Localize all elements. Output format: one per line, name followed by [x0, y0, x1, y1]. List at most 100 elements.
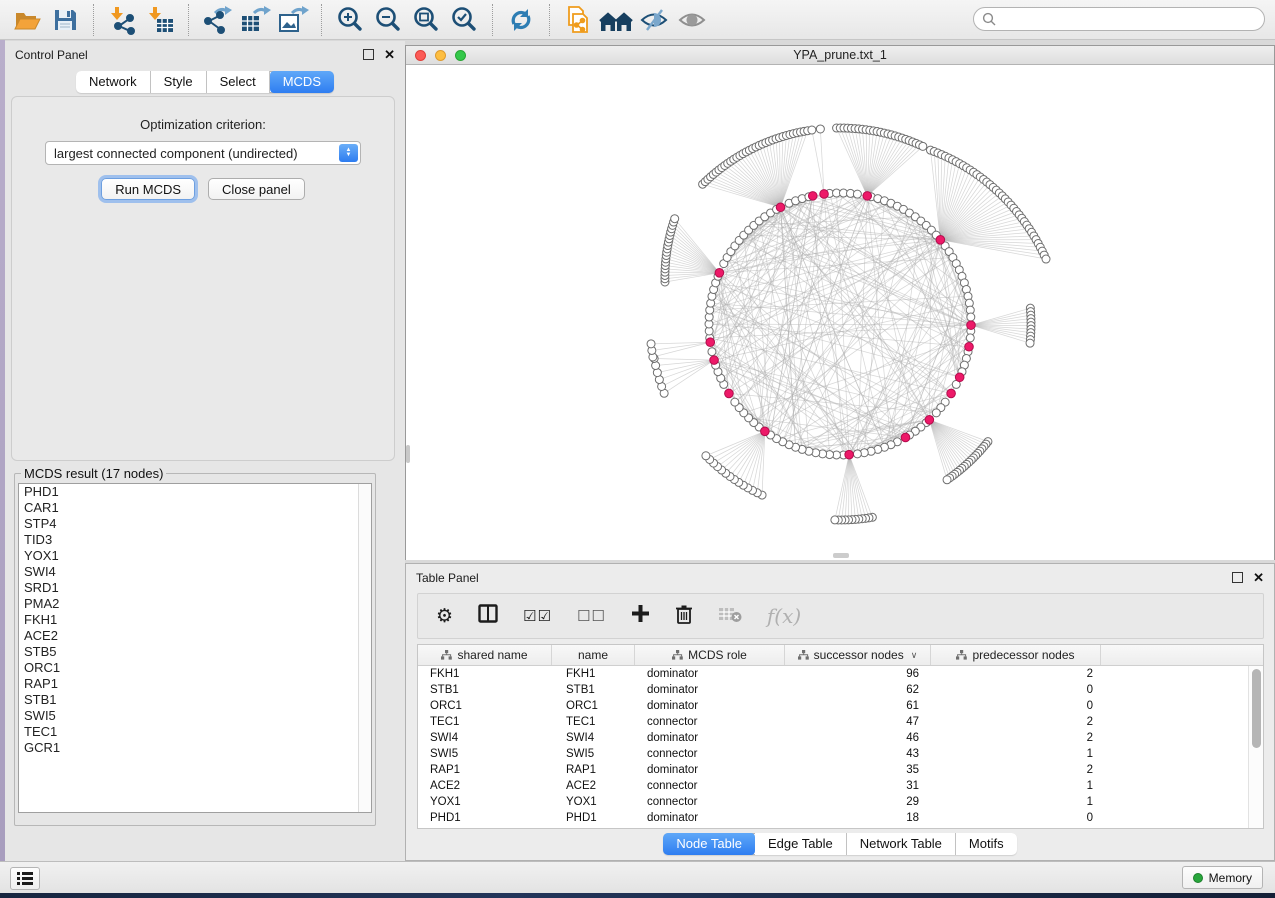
- network-leaf-node[interactable]: [652, 362, 660, 370]
- mcds-result-item[interactable]: TID3: [19, 532, 371, 548]
- network-window-titlebar[interactable]: YPA_prune.txt_1: [406, 46, 1274, 65]
- mcds-dominator-node[interactable]: [808, 192, 817, 201]
- tab-select[interactable]: Select: [207, 71, 270, 93]
- window-minimize-icon[interactable]: [435, 50, 446, 61]
- table-row[interactable]: SWI4SWI4dominator462: [418, 730, 1263, 746]
- zoom-selected-icon[interactable]: [447, 4, 481, 36]
- network-node[interactable]: [932, 409, 940, 417]
- table-row[interactable]: RAP1RAP1dominator352: [418, 762, 1263, 778]
- mcds-result-item[interactable]: SWI4: [19, 564, 371, 580]
- column-header-shared-name[interactable]: shared name: [418, 645, 552, 665]
- mcds-result-list[interactable]: PHD1CAR1STP4TID3YOX1SWI4SRD1PMA2FKH1ACE2…: [18, 483, 372, 813]
- table-row[interactable]: PHD1PHD1dominator180: [418, 810, 1263, 826]
- import-network-from-file-icon[interactable]: [105, 4, 139, 36]
- mcds-dominator-node[interactable]: [715, 269, 724, 278]
- column-header-MCDS-role[interactable]: MCDS role: [635, 645, 785, 665]
- search-input[interactable]: [996, 9, 1264, 29]
- delete-column-icon[interactable]: [675, 604, 693, 629]
- open-browser-icon[interactable]: [599, 4, 633, 36]
- mcds-result-item[interactable]: GCR1: [19, 740, 371, 756]
- window-close-icon[interactable]: [415, 50, 426, 61]
- column-header-successor-nodes[interactable]: successor nodes∨: [785, 645, 931, 665]
- mcds-dominator-node[interactable]: [955, 373, 964, 382]
- deselect-all-icon[interactable]: ☐☐: [577, 606, 606, 626]
- mcds-result-item[interactable]: ACE2: [19, 628, 371, 644]
- mcds-dominator-node[interactable]: [710, 356, 719, 365]
- mcds-result-item[interactable]: PMA2: [19, 596, 371, 612]
- mcds-dominator-node[interactable]: [761, 427, 770, 436]
- network-left-scroll-thumb[interactable]: [406, 445, 410, 463]
- table-scrollbar-thumb[interactable]: [1252, 669, 1261, 748]
- mcds-result-item[interactable]: FKH1: [19, 612, 371, 628]
- mcds-result-item[interactable]: SWI5: [19, 708, 371, 724]
- delete-table-icon[interactable]: [718, 605, 742, 628]
- mcds-dominator-node[interactable]: [776, 203, 785, 212]
- table-row[interactable]: SWI5SWI5connector431: [418, 746, 1263, 762]
- network-leaf-node[interactable]: [919, 142, 927, 150]
- show-column-icon[interactable]: [478, 604, 498, 628]
- close-panel-icon[interactable]: ✕: [384, 50, 395, 59]
- tab-style[interactable]: Style: [151, 71, 207, 93]
- memory-button[interactable]: Memory: [1182, 866, 1263, 889]
- network-leaf-node[interactable]: [808, 126, 816, 134]
- mcds-result-item[interactable]: RAP1: [19, 676, 371, 692]
- tab-network[interactable]: Network: [76, 71, 151, 93]
- network-canvas[interactable]: [406, 65, 1274, 560]
- refresh-view-icon[interactable]: [504, 4, 538, 36]
- window-zoom-icon[interactable]: [455, 50, 466, 61]
- column-header-name[interactable]: name: [552, 645, 635, 665]
- mcds-result-item[interactable]: STP4: [19, 516, 371, 532]
- mcds-result-item[interactable]: CAR1: [19, 500, 371, 516]
- network-bottom-scroll-thumb[interactable]: [833, 553, 849, 558]
- mcds-result-item[interactable]: ORC1: [19, 660, 371, 676]
- mcds-result-item[interactable]: PHD1: [19, 484, 371, 500]
- hide-graphics-details-icon[interactable]: [637, 4, 671, 36]
- close-mcds-panel-button[interactable]: Close panel: [208, 178, 305, 200]
- network-leaf-node[interactable]: [943, 476, 951, 484]
- network-leaf-node[interactable]: [702, 452, 710, 460]
- network-leaf-node[interactable]: [1026, 339, 1034, 347]
- export-table-icon[interactable]: [238, 4, 272, 36]
- network-node[interactable]: [966, 334, 974, 342]
- float-panel-icon[interactable]: [363, 49, 374, 60]
- zoom-in-icon[interactable]: [333, 4, 367, 36]
- import-table-from-file-icon[interactable]: [143, 4, 177, 36]
- export-image-icon[interactable]: [276, 4, 310, 36]
- mcds-dominator-node[interactable]: [863, 192, 872, 201]
- mcds-dominator-node[interactable]: [706, 338, 715, 347]
- zoom-fit-content-icon[interactable]: [409, 4, 443, 36]
- mcds-dominator-node[interactable]: [947, 389, 956, 398]
- close-panel-icon[interactable]: ✕: [1253, 573, 1264, 582]
- table-row[interactable]: ORC1ORC1dominator610: [418, 698, 1263, 714]
- mcds-list-scrollbar[interactable]: [358, 484, 371, 812]
- network-node[interactable]: [708, 348, 716, 356]
- network-leaf-node[interactable]: [816, 125, 824, 133]
- network-leaf-node[interactable]: [831, 516, 839, 524]
- mcds-result-item[interactable]: STB1: [19, 692, 371, 708]
- column-header-predecessor-nodes[interactable]: predecessor nodes: [931, 645, 1101, 665]
- tab-network-table[interactable]: Network Table: [847, 833, 956, 855]
- float-panel-icon[interactable]: [1232, 572, 1243, 583]
- mcds-result-item[interactable]: STB5: [19, 644, 371, 660]
- select-all-icon[interactable]: ☑☑: [523, 606, 552, 626]
- mcds-dominator-node[interactable]: [725, 389, 734, 398]
- table-row[interactable]: FKH1FKH1dominator962: [418, 666, 1263, 682]
- run-mcds-button[interactable]: Run MCDS: [101, 178, 195, 200]
- mcds-dominator-node[interactable]: [901, 433, 910, 442]
- network-node[interactable]: [967, 313, 975, 321]
- table-row[interactable]: ACE2ACE2connector311: [418, 778, 1263, 794]
- mcds-dominator-node[interactable]: [820, 190, 829, 199]
- table-options-icon[interactable]: ⚙: [436, 606, 453, 626]
- network-node[interactable]: [853, 450, 861, 458]
- optimization-criterion-select[interactable]: largest connected component (undirected)…: [45, 141, 361, 165]
- save-session-icon[interactable]: [48, 4, 82, 36]
- tab-mcds[interactable]: MCDS: [270, 71, 334, 93]
- network-leaf-node[interactable]: [1042, 255, 1050, 263]
- open-session-icon[interactable]: [10, 4, 44, 36]
- network-node[interactable]: [731, 398, 739, 406]
- mcds-dominator-node[interactable]: [925, 416, 934, 425]
- network-node[interactable]: [853, 190, 861, 198]
- table-scrollbar-track[interactable]: [1248, 666, 1263, 828]
- mcds-dominator-node[interactable]: [965, 342, 974, 351]
- tab-node-table[interactable]: Node Table: [663, 833, 755, 855]
